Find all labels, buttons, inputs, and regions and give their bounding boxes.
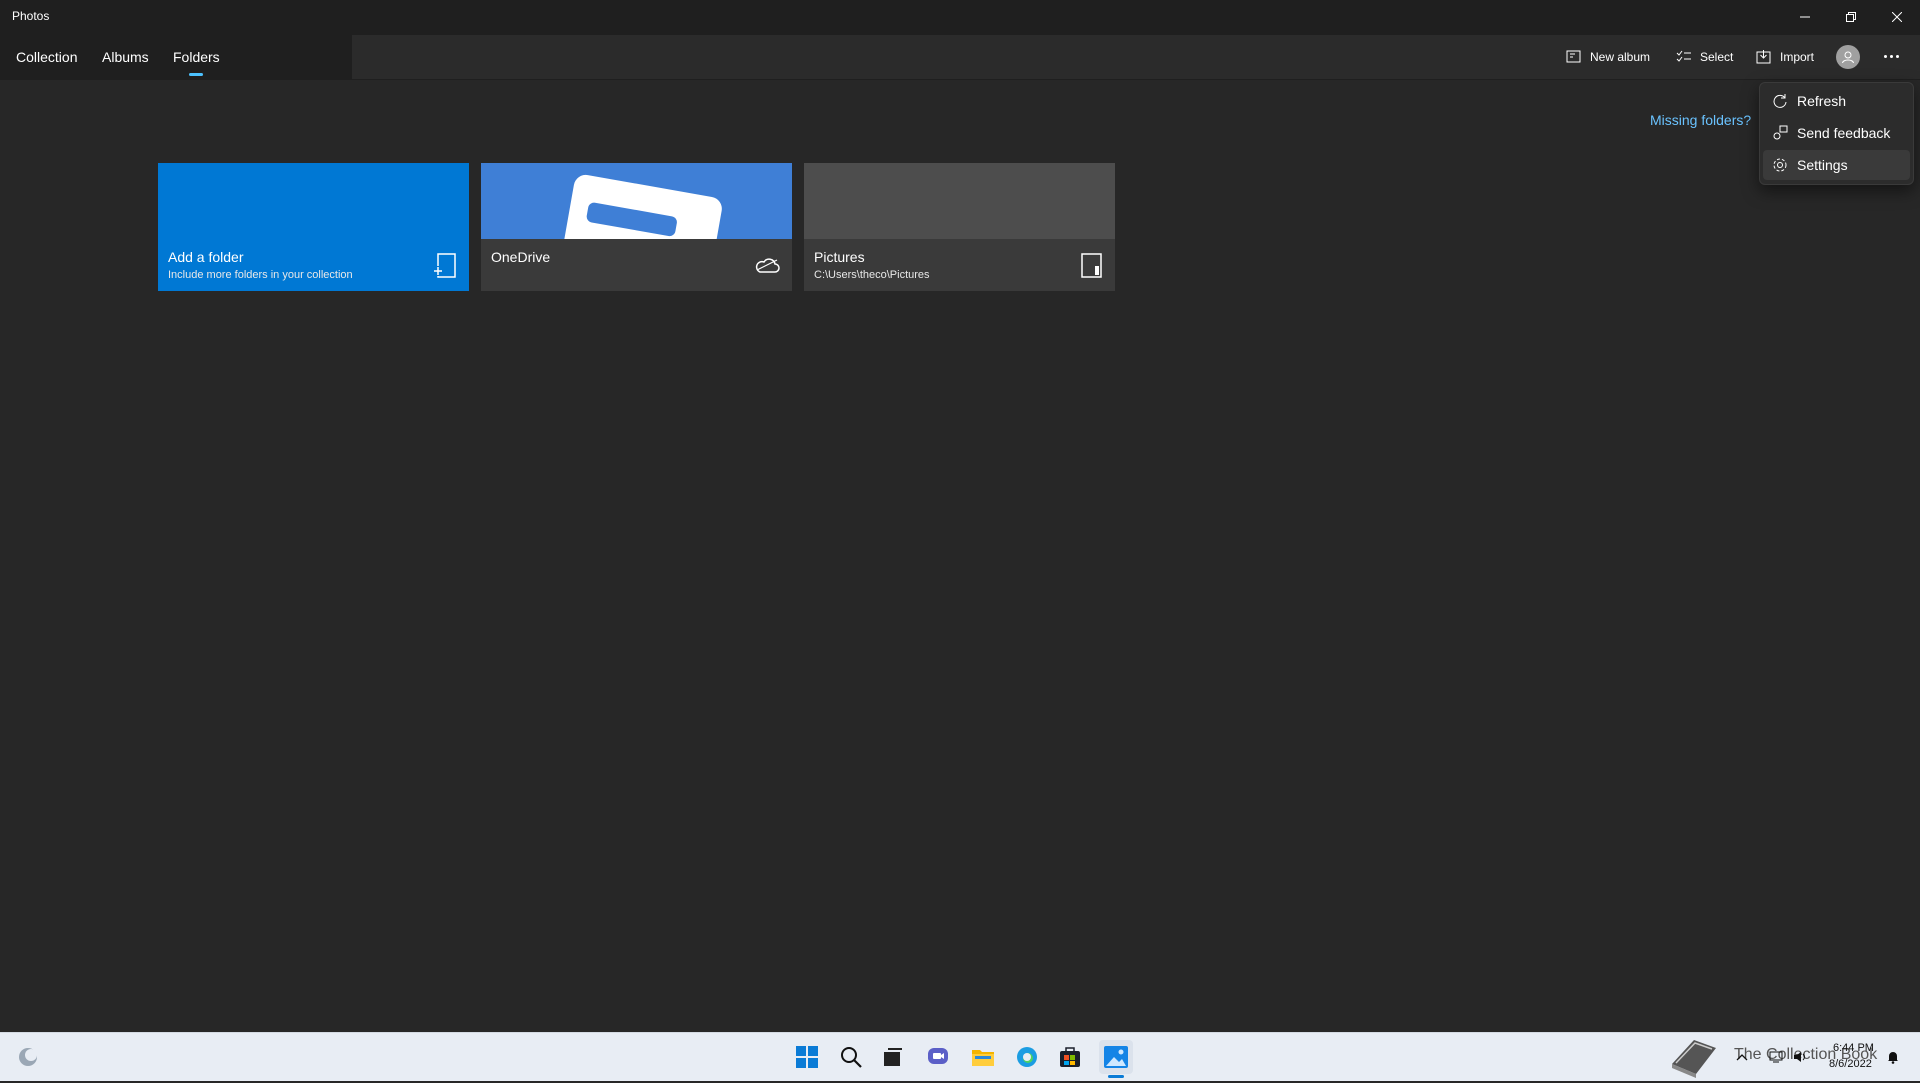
edge-icon bbox=[1017, 1047, 1037, 1067]
pictures-tile[interactable]: Pictures C:\Users\theco\Pictures bbox=[804, 163, 1115, 291]
new-album-button[interactable]: New album bbox=[1566, 44, 1650, 70]
add-folder-icon bbox=[433, 253, 457, 284]
close-button[interactable] bbox=[1874, 0, 1920, 33]
select-label: Select bbox=[1700, 50, 1734, 64]
tab-collection[interactable]: Collection bbox=[16, 49, 77, 65]
title-bar: Photos bbox=[0, 0, 1920, 33]
restore-icon bbox=[1846, 11, 1856, 22]
show-hidden-icons-button[interactable] bbox=[1734, 1044, 1750, 1070]
book-logo bbox=[1668, 1034, 1720, 1083]
close-icon bbox=[1892, 11, 1902, 22]
menu-item-refresh[interactable]: Refresh bbox=[1763, 86, 1910, 116]
import-icon bbox=[1756, 50, 1771, 64]
network-button[interactable] bbox=[1768, 1044, 1784, 1070]
chevron-up-icon bbox=[1736, 1054, 1748, 1061]
person-icon bbox=[1842, 51, 1854, 64]
restore-button[interactable] bbox=[1828, 0, 1874, 33]
refresh-icon bbox=[1763, 93, 1797, 109]
file-explorer-button[interactable] bbox=[970, 1044, 996, 1070]
search-icon bbox=[841, 1047, 862, 1068]
pictures-thumbnail bbox=[804, 163, 1115, 239]
menu-item-label: Send feedback bbox=[1797, 125, 1891, 141]
clock-date[interactable]: 8/6/2022 bbox=[1829, 1058, 1872, 1070]
more-options-menu: Refresh Send feedback Settings bbox=[1759, 82, 1914, 185]
cloud-icon bbox=[754, 255, 780, 280]
volume-button[interactable] bbox=[1792, 1044, 1808, 1070]
tile-title: OneDrive bbox=[491, 249, 551, 265]
import-label: Import bbox=[1780, 50, 1815, 64]
widgets-button[interactable] bbox=[15, 1044, 41, 1070]
tile-title: Add a folder bbox=[168, 249, 244, 265]
start-icon bbox=[796, 1046, 818, 1068]
chat-button[interactable] bbox=[925, 1044, 951, 1070]
chat-icon bbox=[928, 1048, 948, 1064]
active-app-indicator bbox=[1108, 1075, 1124, 1078]
speaker-icon bbox=[1794, 1052, 1805, 1062]
missing-folders-link[interactable]: Missing folders? bbox=[1650, 112, 1751, 128]
edge-button[interactable] bbox=[1014, 1044, 1040, 1070]
store-icon bbox=[1060, 1047, 1080, 1067]
feedback-icon bbox=[1763, 125, 1797, 141]
new-album-label: New album bbox=[1590, 50, 1651, 64]
photos-icon bbox=[1104, 1046, 1128, 1068]
task-view-icon bbox=[884, 1048, 902, 1066]
tile-subtitle: Include more folders in your collection bbox=[168, 269, 353, 281]
tab-albums[interactable]: Albums bbox=[102, 49, 149, 65]
bell-icon bbox=[1888, 1052, 1898, 1064]
start-button[interactable] bbox=[794, 1044, 820, 1070]
file-explorer-icon bbox=[972, 1050, 994, 1066]
taskbar-search-button[interactable] bbox=[838, 1044, 864, 1070]
menu-item-label: Refresh bbox=[1797, 93, 1847, 109]
store-button[interactable] bbox=[1057, 1044, 1083, 1070]
more-options-button[interactable] bbox=[1878, 46, 1904, 66]
task-view-button[interactable] bbox=[880, 1044, 906, 1070]
taskbar bbox=[0, 1032, 1920, 1081]
device-icon bbox=[1081, 253, 1103, 284]
onedrive-thumbnail bbox=[481, 163, 792, 239]
add-folder-tile[interactable]: Add a folder Include more folders in you… bbox=[158, 163, 469, 291]
weather-icon bbox=[19, 1048, 37, 1066]
select-icon bbox=[1676, 50, 1691, 62]
notifications-button[interactable] bbox=[1884, 1044, 1902, 1070]
clock-time[interactable]: 6:44 PM bbox=[1833, 1042, 1874, 1054]
photos-button[interactable] bbox=[1099, 1040, 1133, 1074]
active-tab-indicator bbox=[189, 73, 203, 76]
tile-title: Pictures bbox=[814, 249, 865, 265]
ellipsis-icon bbox=[1883, 54, 1887, 58]
network-icon bbox=[1769, 1051, 1783, 1063]
minimize-icon bbox=[1800, 16, 1810, 17]
select-button[interactable]: Select bbox=[1676, 44, 1733, 70]
menu-item-settings[interactable]: Settings bbox=[1763, 150, 1910, 180]
app-title: Photos bbox=[12, 9, 50, 23]
tile-subtitle: C:\Users\theco\Pictures bbox=[814, 269, 930, 281]
menu-item-label: Settings bbox=[1797, 157, 1848, 173]
import-button[interactable]: Import bbox=[1756, 44, 1814, 70]
menu-item-send-feedback[interactable]: Send feedback bbox=[1763, 118, 1910, 148]
minimize-button[interactable] bbox=[1782, 0, 1828, 33]
tab-folders[interactable]: Folders bbox=[173, 49, 220, 65]
account-avatar[interactable] bbox=[1836, 45, 1860, 69]
gear-icon bbox=[1763, 157, 1797, 173]
new-album-icon bbox=[1566, 50, 1581, 63]
onedrive-tile[interactable]: OneDrive bbox=[481, 163, 792, 291]
